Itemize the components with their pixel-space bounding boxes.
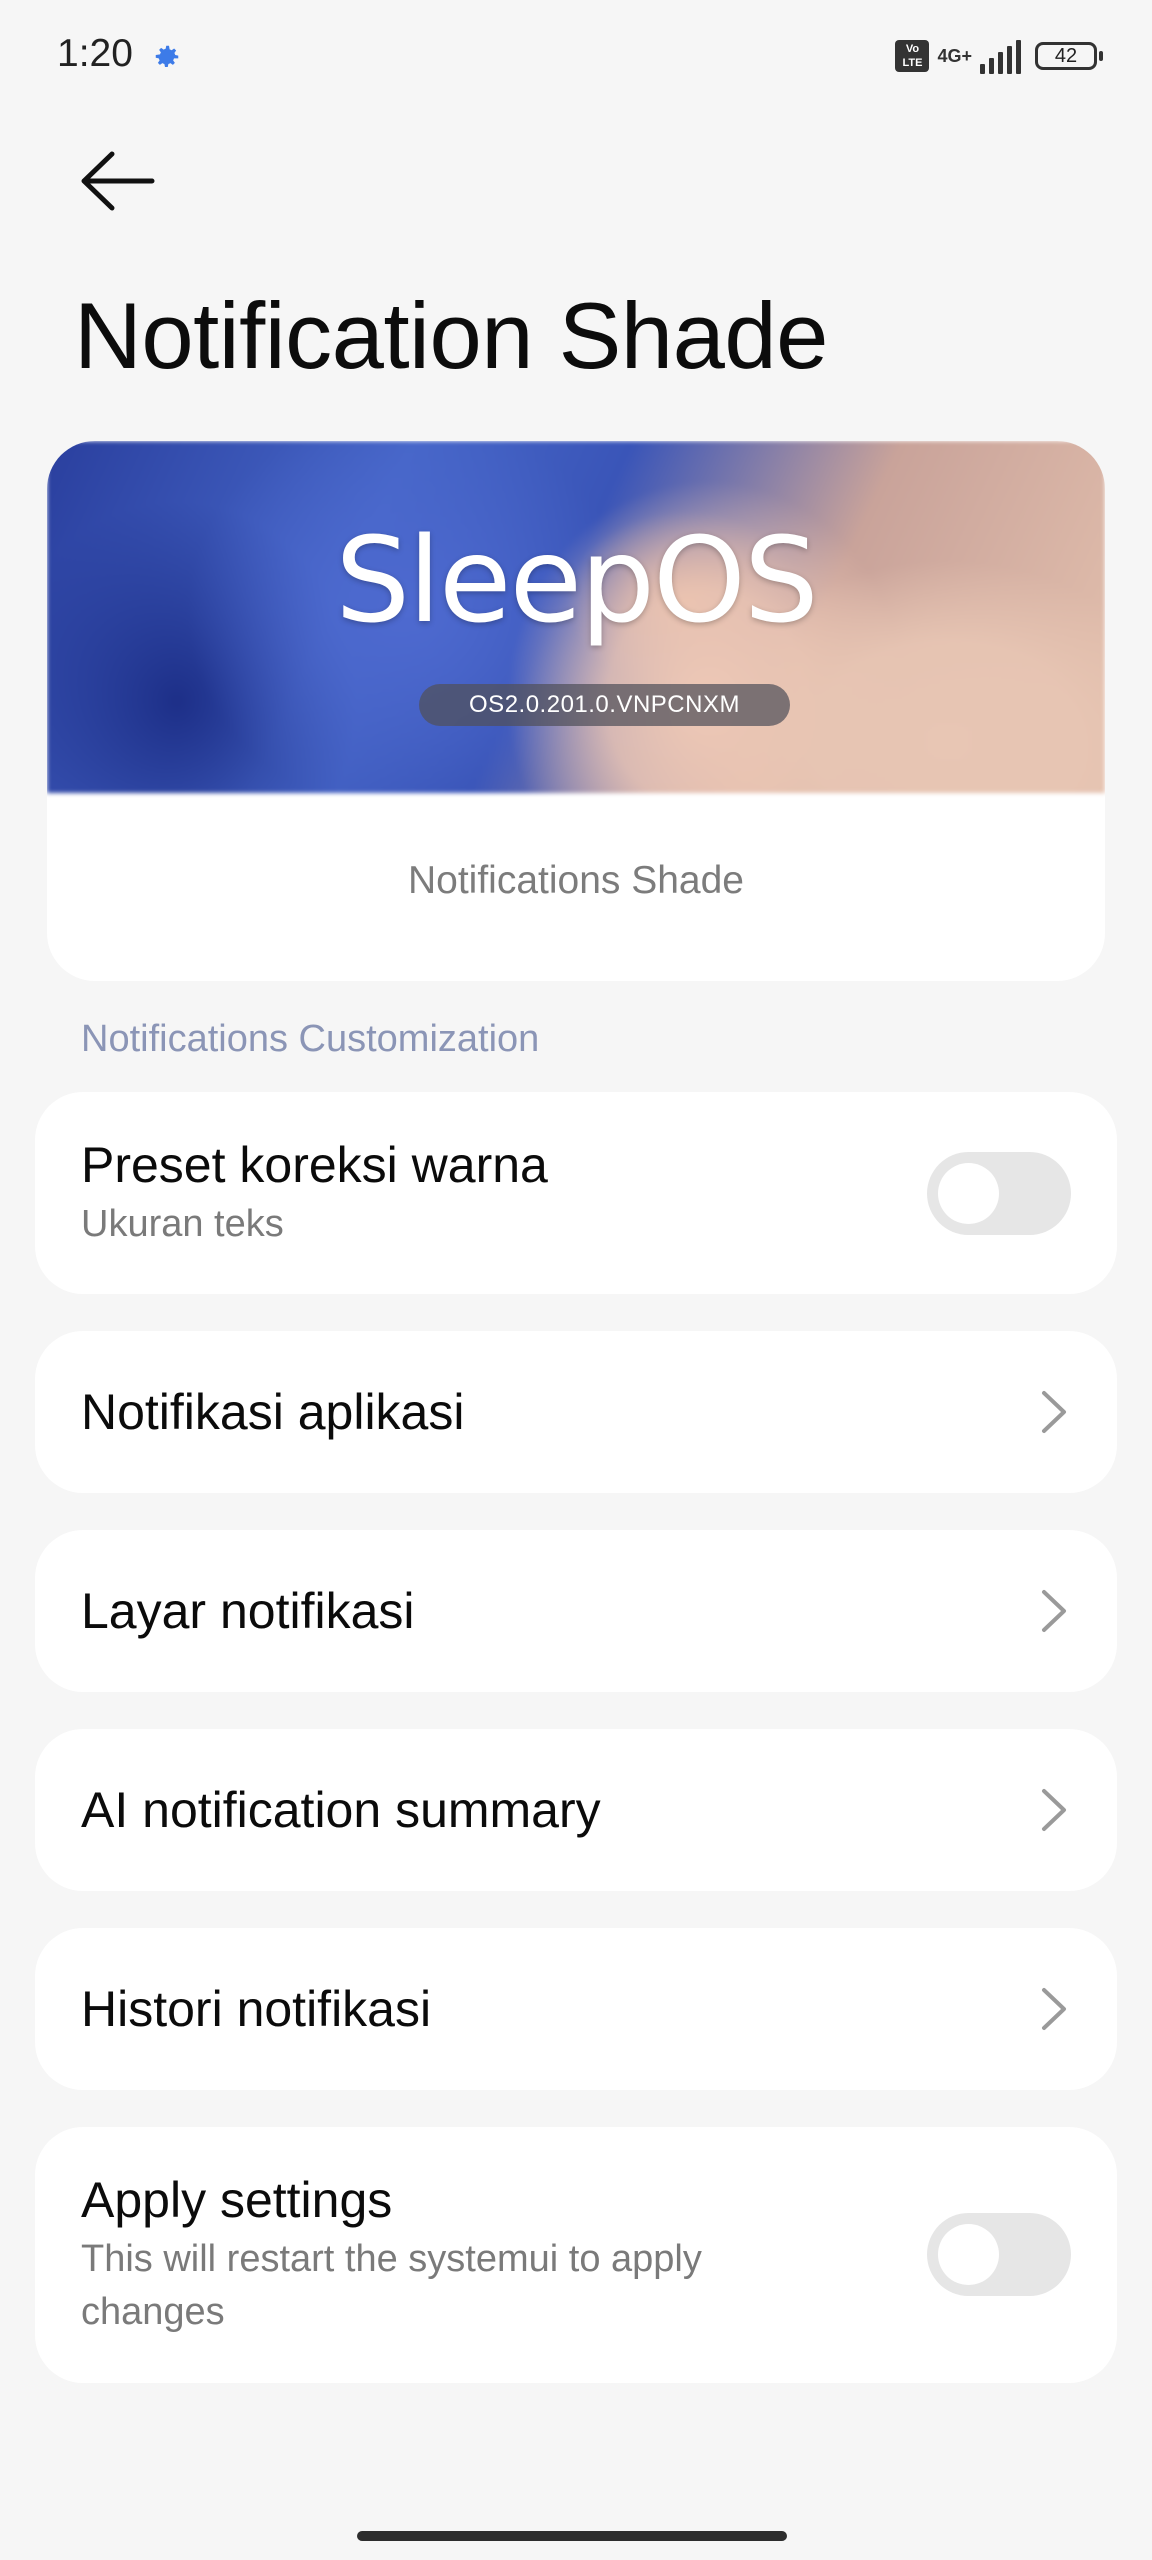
status-indicators: Vo LTE 4G+ 42 <box>895 38 1103 74</box>
notification-history-row[interactable]: Histori notifikasi <box>35 1928 1117 2090</box>
color-preset-toggle-row[interactable]: Preset koreksi warna Ukuran teks <box>35 1092 1117 1294</box>
row-title: Histori notifikasi <box>81 1981 432 2037</box>
row-subtitle: This will restart the systemui to apply … <box>81 2238 702 2333</box>
status-time: 1:20 <box>57 32 133 75</box>
home-indicator[interactable] <box>357 2531 787 2541</box>
row-title: Layar notifikasi <box>81 1583 415 1639</box>
chevron-right-icon <box>1042 1988 1066 2030</box>
row-title: Preset koreksi warna <box>81 1137 548 1193</box>
brand-logo: SleepOS <box>335 511 819 649</box>
version-badge: OS2.0.201.0.VNPCNXM <box>419 684 790 726</box>
chevron-right-icon <box>1042 1391 1066 1433</box>
row-subtitle: Ukuran teks <box>81 1203 284 1245</box>
network-type: 4G+ <box>937 46 972 66</box>
apply-settings-toggle[interactable] <box>927 2213 1071 2296</box>
apply-settings-toggle-row[interactable]: Apply settings This will restart the sys… <box>35 2127 1117 2383</box>
chevron-right-icon <box>1042 1789 1066 1831</box>
row-title: Apply settings <box>81 2172 393 2228</box>
back-arrow-icon[interactable] <box>78 148 156 214</box>
page-title: Notification Shade <box>74 283 828 388</box>
banner-card: SleepOS OS2.0.201.0.VNPCNXM Notification… <box>47 441 1105 981</box>
row-title: AI notification summary <box>81 1782 601 1838</box>
ai-summary-row[interactable]: AI notification summary <box>35 1729 1117 1891</box>
notification-screen-row[interactable]: Layar notifikasi <box>35 1530 1117 1692</box>
banner-caption: Notifications Shade <box>407 859 745 902</box>
color-preset-toggle[interactable] <box>927 1152 1071 1235</box>
chevron-right-icon <box>1042 1590 1066 1632</box>
app-notifications-row[interactable]: Notifikasi aplikasi <box>35 1331 1117 1493</box>
toggle-knob <box>938 1163 999 1224</box>
settings-gear-icon <box>155 45 179 67</box>
toggle-knob <box>938 2224 999 2285</box>
volte-icon: Vo LTE <box>895 40 930 72</box>
signal-icon <box>980 38 1021 74</box>
status-bar: 1:20 Vo LTE 4G+ 42 <box>0 0 1152 115</box>
battery-icon: 42 <box>1035 42 1103 70</box>
section-label: Notifications Customization <box>81 1018 540 1060</box>
row-title: Notifikasi aplikasi <box>81 1384 465 1440</box>
